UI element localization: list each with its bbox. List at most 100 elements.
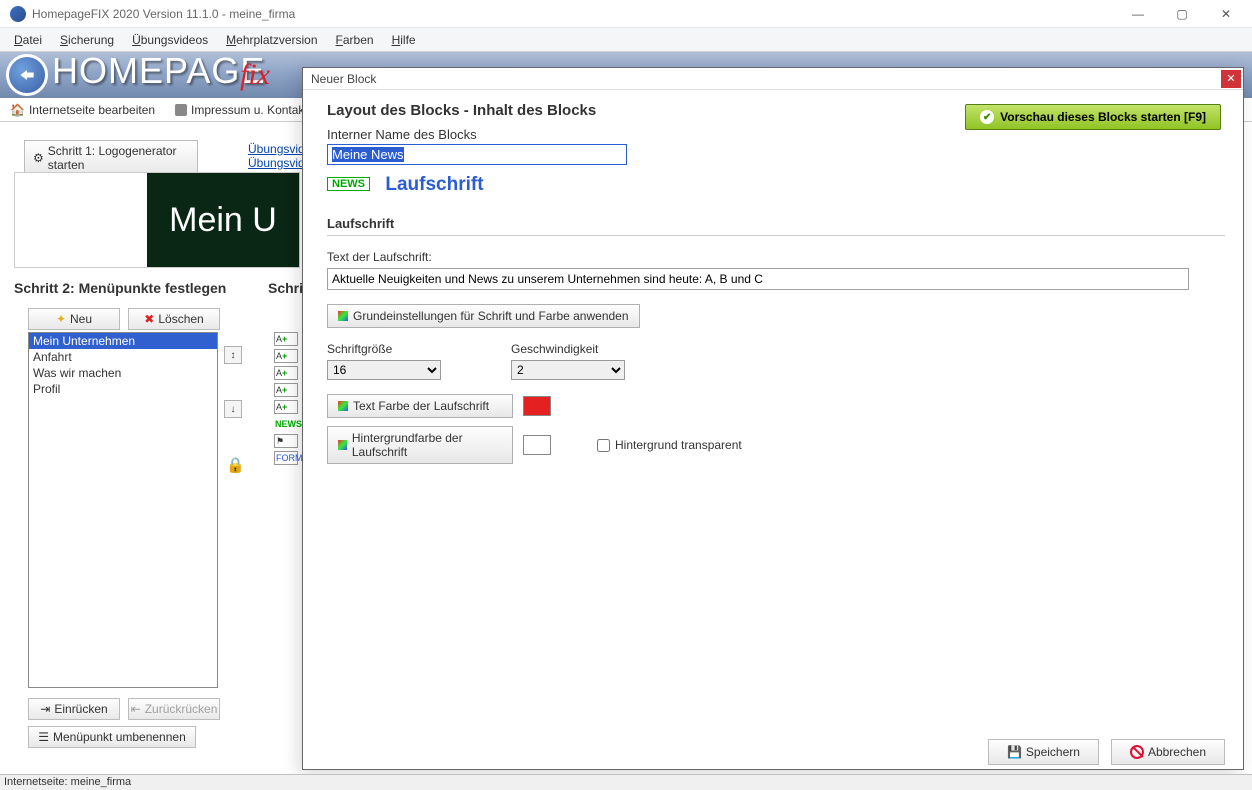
delete-menuitem-button[interactable]: ✖ Löschen	[128, 308, 220, 330]
dialog-close-button[interactable]: ✕	[1221, 70, 1241, 88]
lock-icon: 🔒	[226, 456, 245, 474]
textcolor-label: Text Farbe der Laufschrift	[353, 399, 489, 413]
outdent-icon: ⇤	[131, 702, 141, 716]
transparent-checkbox[interactable]	[597, 439, 610, 452]
list-item[interactable]: Was wir machen	[29, 365, 217, 381]
block-type-news[interactable]: NEWS	[274, 417, 298, 431]
save-icon: 💾	[1007, 745, 1022, 759]
step2-title: Schritt 2: Menüpunkte festlegen	[14, 280, 226, 296]
window-title: HomepageFIX 2020 Version 11.1.0 - meine_…	[32, 7, 295, 21]
block-name-value: Meine News	[332, 147, 404, 162]
speed-label: Geschwindigkeit	[511, 342, 625, 356]
indent-button[interactable]: ⇥ Einrücken	[28, 698, 120, 720]
tab-impressum-label: Impressum u. Kontakt	[191, 103, 308, 117]
transparent-row[interactable]: Hintergrund transparent	[597, 438, 742, 452]
rename-menuitem-button[interactable]: ☰Menüpunkt umbenennen	[28, 726, 196, 748]
block-type-d[interactable]: A+	[274, 383, 298, 397]
menu-farben[interactable]: Farben	[328, 31, 382, 49]
move-down-button[interactable]: ↓	[224, 400, 242, 418]
menu-hilfe[interactable]: Hilfe	[384, 31, 424, 49]
marquee-text-label: Text der Laufschrift:	[327, 250, 1225, 264]
bgcolor-swatch[interactable]	[523, 435, 551, 455]
indent-icon: ⇥	[40, 702, 50, 716]
block-type-c[interactable]: A+	[274, 366, 298, 380]
apply-defaults-label: Grundeinstellungen für Schrift und Farbe…	[353, 309, 629, 323]
menu-datei[interactable]: Datei	[6, 31, 50, 49]
dialog-titlebar[interactable]: Neuer Block ✕	[303, 68, 1243, 90]
logo-icon	[6, 54, 48, 96]
maximize-button[interactable]: ▢	[1160, 0, 1204, 28]
list-item[interactable]: Profil	[29, 381, 217, 397]
preview-label: Vorschau dieses Blocks starten [F9]	[1000, 110, 1206, 124]
save-button[interactable]: 💾 Speichern	[988, 739, 1099, 765]
save-label: Speichern	[1026, 745, 1080, 759]
bgcolor-button[interactable]: Hintergrundfarbe der Laufschrift	[327, 426, 513, 464]
new-block-dialog: Neuer Block ✕ Layout des Blocks - Inhalt…	[302, 67, 1244, 770]
star-icon: ✦	[56, 312, 66, 326]
delete-label: Löschen	[158, 312, 203, 326]
statusbar-text: Internetseite: meine_firma	[4, 776, 131, 788]
textcolor-swatch[interactable]	[523, 396, 551, 416]
cancel-icon	[1130, 745, 1144, 759]
dialog-title-text: Neuer Block	[311, 72, 376, 86]
block-type-b[interactable]: A+	[274, 349, 298, 363]
close-button[interactable]: ✕	[1204, 0, 1248, 28]
bgcolor-label: Hintergrundfarbe der Laufschrift	[352, 431, 502, 459]
home-icon: 🏠	[10, 103, 25, 117]
menu-sicherung[interactable]: Sicherung	[52, 31, 122, 49]
list-item[interactable]: Anfahrt	[29, 349, 217, 365]
block-type-form[interactable]: FORM	[274, 451, 298, 465]
app-icon	[10, 6, 26, 22]
menubar: Datei Sicherung Übungsvideos Mehrplatzve…	[0, 28, 1252, 52]
menuitem-list[interactable]: Mein Unternehmen Anfahrt Was wir machen …	[28, 332, 218, 688]
new-menuitem-button[interactable]: ✦ Neu	[28, 308, 120, 330]
preview-block-button[interactable]: ✔ Vorschau dieses Blocks starten [F9]	[965, 104, 1221, 130]
apply-defaults-button[interactable]: Grundeinstellungen für Schrift und Farbe…	[327, 304, 640, 328]
outdent-button[interactable]: ⇤ Zurückrücken	[128, 698, 220, 720]
fontsize-select[interactable]: 16	[327, 360, 441, 380]
step3-title: Schri	[268, 280, 303, 296]
palette-icon	[338, 311, 348, 321]
palette-icon	[338, 440, 347, 450]
block-name-input[interactable]: Meine News	[327, 144, 627, 165]
menu-mehrplatz[interactable]: Mehrplatzversion	[218, 31, 325, 49]
block-palette: A+ A+ A+ A+ A+ NEWS ⚑ FORM	[274, 332, 298, 465]
block-type-a[interactable]: A+	[274, 332, 298, 346]
logogen-label: Schritt 1: Logogenerator starten	[48, 144, 189, 172]
fontsize-label: Schriftgröße	[327, 342, 441, 356]
block-type-f[interactable]: ⚑	[274, 434, 298, 448]
list-item[interactable]: Mein Unternehmen	[29, 333, 217, 349]
gear-icon	[175, 104, 187, 116]
marquee-text-input[interactable]	[327, 268, 1189, 290]
rename-icon: ☰	[38, 730, 49, 744]
outdent-label: Zurückrücken	[145, 702, 218, 716]
tab-edit-site[interactable]: 🏠 Internetseite bearbeiten	[4, 102, 161, 118]
cancel-label: Abbrechen	[1148, 745, 1206, 759]
titlebar: HomepageFIX 2020 Version 11.1.0 - meine_…	[0, 0, 1252, 28]
tab-impressum[interactable]: Impressum u. Kontakt	[169, 102, 314, 118]
check-icon: ✔	[980, 110, 994, 124]
logogenerator-button[interactable]: ⚙ Schritt 1: Logogenerator starten	[24, 140, 198, 176]
transparent-label: Hintergrund transparent	[615, 438, 742, 452]
cancel-button[interactable]: Abbrechen	[1111, 739, 1225, 765]
section-laufschrift: Laufschrift	[327, 216, 1225, 236]
palette-icon	[338, 401, 348, 411]
news-badge: NEWS	[327, 177, 370, 191]
hero-preview: Mein U	[14, 172, 300, 268]
indent-label: Einrücken	[54, 702, 107, 716]
move-up-button[interactable]: ↕	[224, 346, 242, 364]
new-label: Neu	[70, 312, 92, 326]
x-icon: ✖	[144, 312, 154, 326]
menu-uebungsvideos[interactable]: Übungsvideos	[124, 31, 216, 49]
statusbar: Internetseite: meine_firma	[0, 774, 1252, 790]
hero-text: Mein U	[169, 201, 277, 240]
minimize-button[interactable]: —	[1116, 0, 1160, 28]
tab-edit-label: Internetseite bearbeiten	[29, 103, 155, 117]
banner-cursive: fix	[240, 58, 270, 92]
textcolor-button[interactable]: Text Farbe der Laufschrift	[327, 394, 513, 418]
banner-text: HOMEPAGE	[52, 52, 265, 92]
speed-select[interactable]: 2	[511, 360, 625, 380]
gear-icon: ⚙	[33, 151, 44, 165]
block-type-title: Laufschrift	[385, 174, 483, 196]
block-type-e[interactable]: A+	[274, 400, 298, 414]
